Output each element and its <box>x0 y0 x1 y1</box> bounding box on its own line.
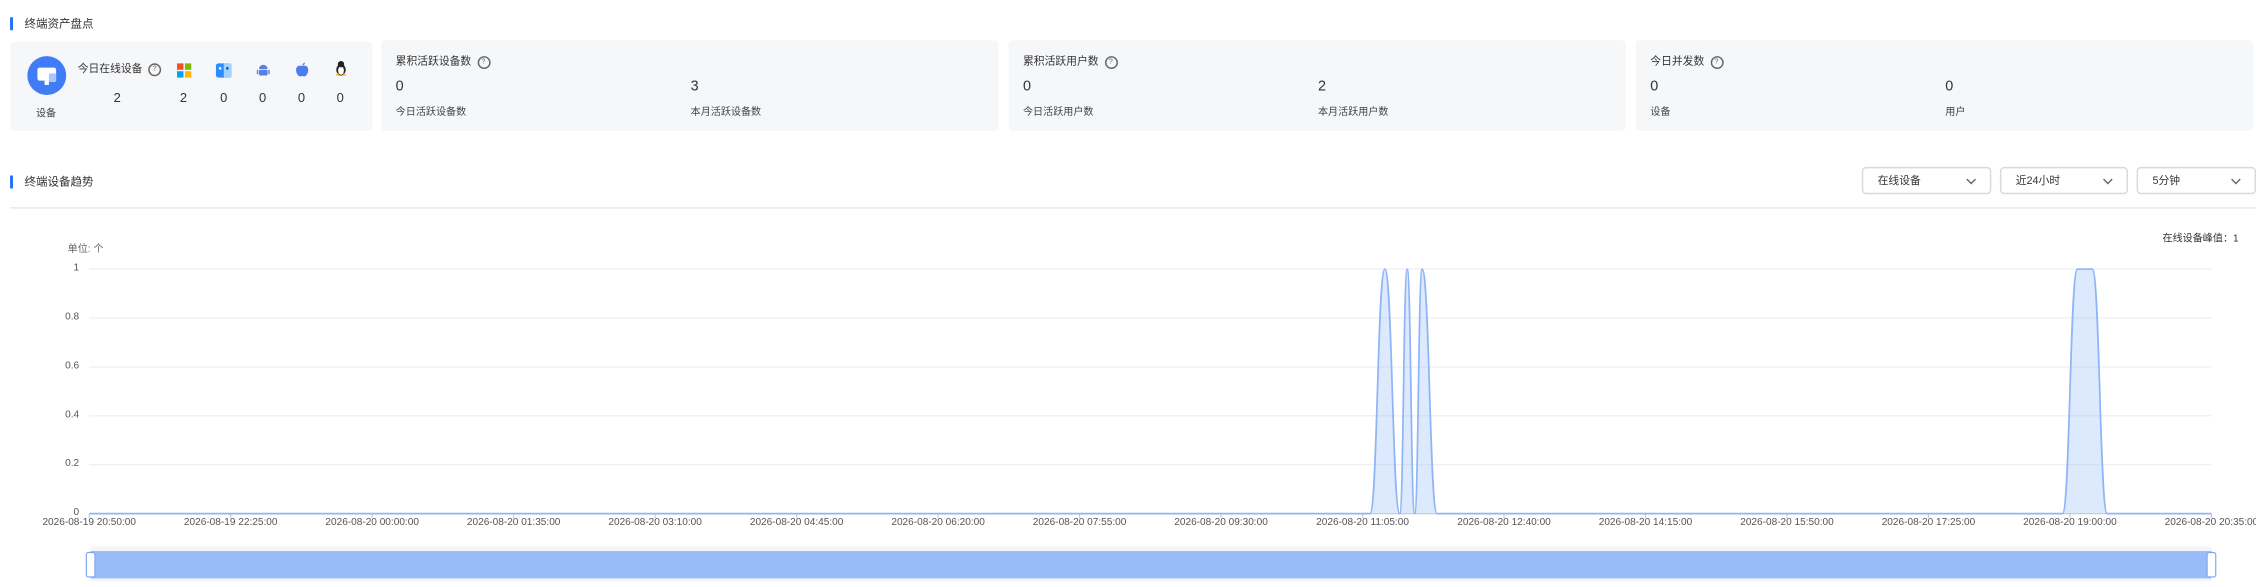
series-line <box>89 268 2212 515</box>
chart-grid <box>88 268 2213 518</box>
series-area <box>89 269 2212 514</box>
chart-series <box>89 268 2212 515</box>
dashboard-page: 终端资产盘点 设备 今日在线设备? 2 2 0 0 0 0 累积活跃设备数 ? … <box>0 0 2256 587</box>
zoom-handle-right[interactable] <box>2206 551 2217 578</box>
zoom-handle-left[interactable] <box>85 551 96 578</box>
trend-chart <box>85 268 2217 582</box>
zoom-window[interactable] <box>90 551 2212 579</box>
data-zoom-slider[interactable] <box>85 546 2217 582</box>
